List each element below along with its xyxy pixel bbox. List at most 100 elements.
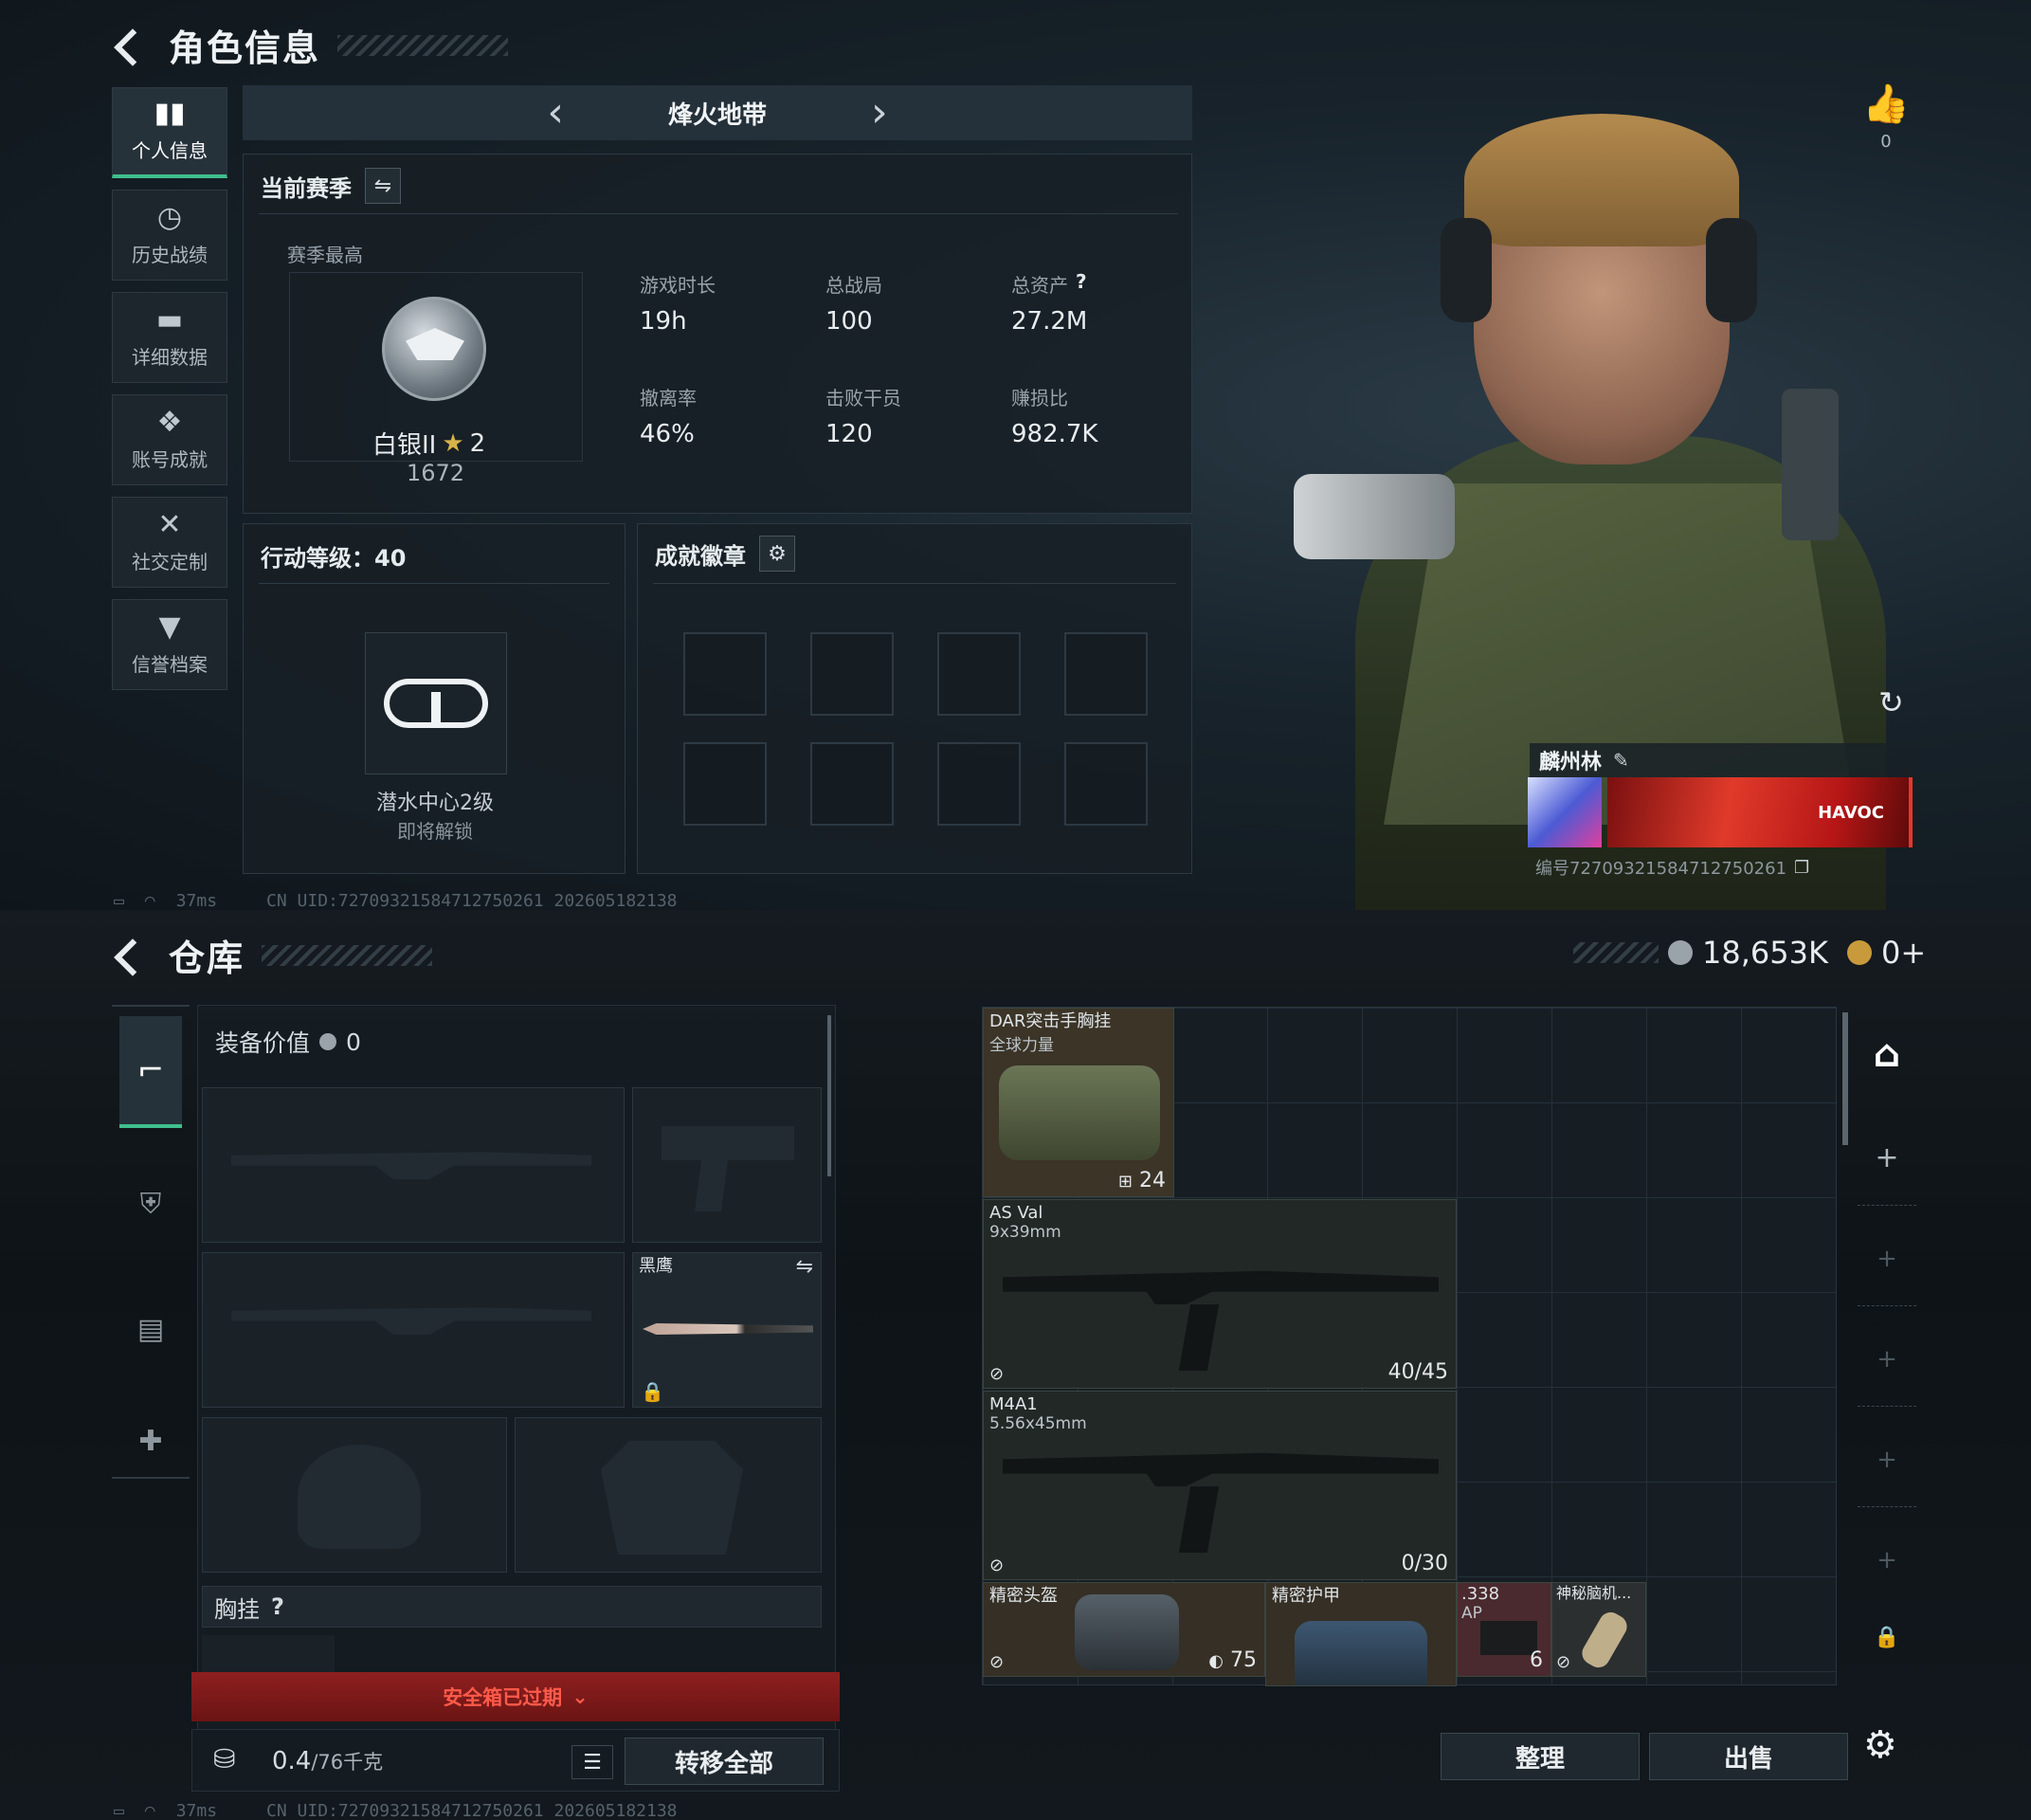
player-name-card[interactable]: HAVOC [1607, 777, 1911, 847]
badge-slot[interactable] [1064, 632, 1148, 716]
coins-value[interactable]: 0+ [1881, 935, 1926, 971]
coin-icon [319, 1033, 337, 1050]
item-count: ◐ 75 [1208, 1648, 1257, 1672]
sidebar-item-personal-info[interactable]: ▮▮ 个人信息 [112, 87, 227, 178]
chevron-right-icon[interactable]: › [871, 92, 888, 134]
sell-button[interactable]: 出售 [1649, 1733, 1848, 1780]
medkit-tab-icon[interactable]: ✚ [119, 1412, 182, 1469]
melee-slot[interactable]: 黑鹰 ⇋ 🔒 [632, 1252, 822, 1408]
stash-item-precision-helmet[interactable]: 精密头盔 ⊘ ◐ 75 [983, 1582, 1265, 1677]
help-icon[interactable]: ? [271, 1593, 284, 1620]
wifi-icon: ◠ [144, 1801, 155, 1820]
add-page-icon[interactable]: + [1858, 1312, 1916, 1407]
player-avatar[interactable] [1528, 777, 1602, 847]
stash-item-as-val[interactable]: AS Val 9x39mm ⊘ 40/45 [983, 1199, 1457, 1389]
settings-gear-icon[interactable]: ⚙ [1863, 1723, 1897, 1767]
transfer-all-button[interactable]: 转移全部 [625, 1738, 824, 1785]
item-count: ⊞ 24 [1118, 1169, 1166, 1192]
loadout-scrollbar[interactable] [827, 1015, 831, 1176]
stash-item-mystery-device[interactable]: 神秘脑机... ⊘ [1551, 1582, 1646, 1677]
page-title: 角色信息 [169, 27, 321, 69]
copy-icon[interactable]: ❐ [1794, 858, 1809, 878]
switch-season-icon[interactable]: ⇋ [365, 168, 401, 204]
sidebar-item-detailed-data[interactable]: ▬ 详细数据 [112, 292, 227, 383]
armor-case-icon [1295, 1621, 1427, 1685]
edit-pencil-icon[interactable]: ✎ [1613, 749, 1629, 772]
item-count-value: 75 [1230, 1648, 1257, 1672]
history-clock-icon: ◷ [156, 200, 183, 234]
add-page-icon[interactable]: + [1858, 1412, 1916, 1507]
sidebar-item-social-custom[interactable]: ✕ 社交定制 [112, 497, 227, 588]
stat-label: 游戏时长 [640, 274, 716, 297]
stash-scrollbar[interactable] [1842, 1012, 1848, 1145]
swap-icon[interactable]: ⇋ [796, 1255, 813, 1279]
add-page-icon[interactable]: + [1858, 1513, 1916, 1608]
action-level-title: 行动等级：40 [261, 545, 407, 572]
badge-slot[interactable] [683, 742, 767, 826]
badge-slot[interactable] [810, 742, 894, 826]
stat-label: 击败干员 [825, 387, 901, 410]
list-icon[interactable]: ☰ [571, 1745, 613, 1779]
add-page-icon[interactable]: + [1858, 1211, 1916, 1306]
gold-coin-icon [1846, 940, 1872, 965]
like-count: 0 [1880, 132, 1892, 152]
rank-emblem-icon [382, 297, 486, 401]
thumbs-up-icon[interactable]: 👍 [1858, 82, 1914, 126]
badge-slot[interactable] [1064, 742, 1148, 826]
safe-box-expired-banner[interactable]: 安全箱已过期 ⌄ [191, 1672, 840, 1721]
card-accent-bar [1909, 777, 1913, 847]
badge-slot[interactable] [810, 632, 894, 716]
help-icon[interactable]: ? [1076, 270, 1087, 298]
pistol-slot[interactable] [632, 1087, 822, 1243]
helmet-slot[interactable] [202, 1417, 507, 1573]
no-insure-icon: ⊘ [989, 1364, 1005, 1384]
weapons-tab-pistol-icon[interactable]: ⌐ [119, 1016, 182, 1128]
sidebar-item-credit-record[interactable]: ▼ 信誉档案 [112, 599, 227, 690]
back-arrow-icon[interactable] [112, 26, 152, 65]
chevron-left-icon[interactable]: ‹ [547, 92, 564, 134]
season-stats-box: 当前赛季 ⇋ 赛季最高 白银II ★ 2 1672 游戏时长 19h 总战局 100… [243, 154, 1192, 514]
stat-value: 100 [825, 307, 873, 336]
armor-slot[interactable] [515, 1417, 822, 1573]
unlock-name: 潜水中心2级 [376, 792, 494, 815]
secondary-weapon-slot[interactable] [202, 1252, 625, 1408]
primary-weapon-slot[interactable] [202, 1087, 625, 1243]
chevron-down-icon: ⌄ [571, 1685, 589, 1708]
badge-slot[interactable] [683, 632, 767, 716]
stat-value: 120 [825, 420, 873, 448]
magazine-shape [1178, 1304, 1220, 1371]
stat-value: 27.2M [1011, 307, 1088, 336]
warehouse-home-icon[interactable]: ⌂ [1858, 1007, 1916, 1101]
divider [259, 583, 609, 584]
item-sub: 9x39mm [989, 1223, 1061, 1242]
weight-value: 0.4 [272, 1747, 312, 1775]
stash-item-338-ap[interactable]: .338 AP 6 [1457, 1582, 1551, 1677]
stash-item-precision-armor[interactable]: 精密护甲 [1265, 1582, 1457, 1686]
add-page-icon[interactable]: + [1858, 1111, 1916, 1206]
headset-right [1706, 218, 1757, 322]
stash-item-m4a1[interactable]: M4A1 5.56x45mm ⊘ 0/30 [983, 1391, 1457, 1580]
pistol-silhouette-icon [662, 1126, 794, 1211]
armor-tab-icon[interactable]: ⛨ [119, 1166, 182, 1242]
badge-slot[interactable] [937, 632, 1021, 716]
stash-item-chest-rig[interactable]: DAR突击手胸挂 全球力量 ⊞ 24 [983, 1008, 1174, 1197]
back-arrow-icon[interactable] [112, 936, 152, 975]
weight-row: ⛁ 0.4/76千克 ☰ 转移全部 [191, 1729, 840, 1792]
flashlight-device [1294, 474, 1455, 559]
item-name: M4A1 [989, 1394, 1038, 1414]
stash-grid[interactable]: DAR突击手胸挂 全球力量 ⊞ 24 AS Val 9x39mm ⊘ 40/45… [982, 1007, 1837, 1686]
badge-slot[interactable] [937, 742, 1021, 826]
backpack-tab-icon[interactable]: ▤ [119, 1291, 182, 1367]
sidebar-item-match-history[interactable]: ◷ 历史战绩 [112, 190, 227, 281]
sidebar-item-account-achievements[interactable]: ❖ 账号成就 [112, 394, 227, 485]
rotate-icon[interactable]: ↻ [1878, 684, 1904, 720]
safe-box-label: 安全箱已过期 [443, 1686, 563, 1709]
chest-rig-slot[interactable] [202, 1635, 335, 1673]
chest-rig-header[interactable]: 胸挂 ? [202, 1586, 822, 1628]
warehouse-header: 仓库 [112, 929, 433, 981]
stat-label: 撤离率 [640, 387, 697, 410]
sort-button[interactable]: 整理 [1441, 1733, 1640, 1780]
player-id: 编号727093215847127502​61 [1535, 859, 1787, 879]
magazine-shape [1178, 1486, 1220, 1553]
settings-gear-icon[interactable]: ⚙ [759, 536, 795, 572]
